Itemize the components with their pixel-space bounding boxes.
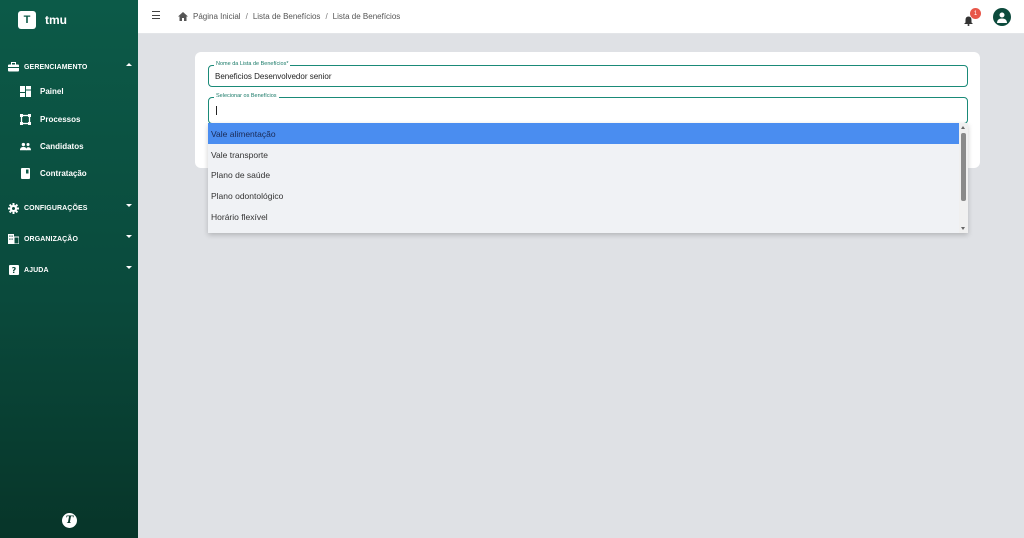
people-icon <box>20 141 31 152</box>
dropdown-option[interactable]: Plano odontológico <box>208 185 959 206</box>
topbar: Página Inicial / Lista de Benefícios / L… <box>138 0 1024 34</box>
menu-icon[interactable] <box>152 11 160 19</box>
sidebar-item-label: Processos <box>40 114 81 124</box>
brand-logo: T <box>18 11 36 29</box>
building-icon <box>8 234 19 245</box>
dropdown-option[interactable]: Vale alimentação <box>208 123 959 144</box>
brand-name: tmu <box>45 13 67 27</box>
sidebar-item-contratacao[interactable]: Contratação <box>0 164 138 182</box>
text-cursor <box>216 106 217 115</box>
dropdown-option[interactable]: Horário flexível <box>208 206 959 227</box>
benefits-select-field[interactable]: Selecionar os Benefícios <box>208 93 968 124</box>
process-icon <box>20 113 31 125</box>
breadcrumb-separator: / <box>245 12 248 21</box>
field-label: Nome da Lista de Benefícios* <box>214 61 291 67</box>
sidebar-item-processos[interactable]: Processos <box>0 110 138 128</box>
home-icon[interactable] <box>178 12 188 21</box>
contract-icon <box>20 167 31 179</box>
scroll-up-icon[interactable] <box>961 126 965 129</box>
notification-badge: 1 <box>970 8 981 19</box>
sidebar: T tmu GERENCIAMENTO Painel Processos Can… <box>0 0 138 538</box>
dropdown-option[interactable]: Plano de saúde <box>208 164 959 185</box>
chevron-down-icon <box>126 235 132 238</box>
sidebar-item-candidatos[interactable]: Candidatos <box>0 137 138 155</box>
field-value: Beneficios Desenvolvedor senior <box>215 72 332 81</box>
briefcase-icon <box>8 62 19 73</box>
section-label: AJUDA <box>24 266 49 274</box>
breadcrumb-item-list[interactable]: Lista de Benefícios <box>253 12 321 21</box>
dashboard-icon <box>20 85 31 97</box>
field-label: Selecionar os Benefícios <box>214 93 279 99</box>
breadcrumb-item-current: Lista de Benefícios <box>332 12 401 21</box>
avatar[interactable] <box>993 8 1011 26</box>
benefit-list-name-field[interactable]: Nome da Lista de Benefícios* Beneficios … <box>208 61 968 87</box>
sidebar-section-gerenciamento[interactable]: GERENCIAMENTO <box>0 58 138 76</box>
chevron-down-icon <box>126 266 132 269</box>
footer-logo: T <box>62 513 77 528</box>
sidebar-item-label: Painel <box>40 86 64 96</box>
chevron-up-icon <box>126 63 132 66</box>
sidebar-section-ajuda[interactable]: ? AJUDA <box>0 261 138 279</box>
breadcrumb-separator: / <box>325 12 328 21</box>
svg-text:?: ? <box>11 266 16 275</box>
gear-icon <box>8 202 19 214</box>
dropdown-option[interactable]: Vale transporte <box>208 144 959 165</box>
chevron-down-icon <box>126 204 132 207</box>
scrollbar-thumb[interactable] <box>961 133 966 201</box>
section-label: ORGANIZAÇÃO <box>24 235 78 243</box>
sidebar-item-label: Contratação <box>40 168 87 178</box>
sidebar-item-label: Candidatos <box>40 141 84 151</box>
breadcrumb-item-home[interactable]: Página Inicial <box>193 12 241 21</box>
sidebar-section-organizacao[interactable]: ORGANIZAÇÃO <box>0 230 138 248</box>
help-icon: ? <box>8 265 19 276</box>
breadcrumb: Página Inicial / Lista de Benefícios / L… <box>178 12 400 21</box>
benefits-dropdown[interactable]: Vale alimentação Vale transporte Plano d… <box>208 123 968 233</box>
sidebar-section-configuracoes[interactable]: CONFIGURAÇÕES <box>0 199 138 217</box>
brand[interactable]: T tmu <box>18 11 67 29</box>
scroll-down-icon[interactable] <box>961 227 965 230</box>
section-label: GERENCIAMENTO <box>24 63 88 71</box>
section-label: CONFIGURAÇÕES <box>24 204 88 212</box>
sidebar-item-painel[interactable]: Painel <box>0 82 138 100</box>
dropdown-scrollbar[interactable] <box>959 123 968 233</box>
